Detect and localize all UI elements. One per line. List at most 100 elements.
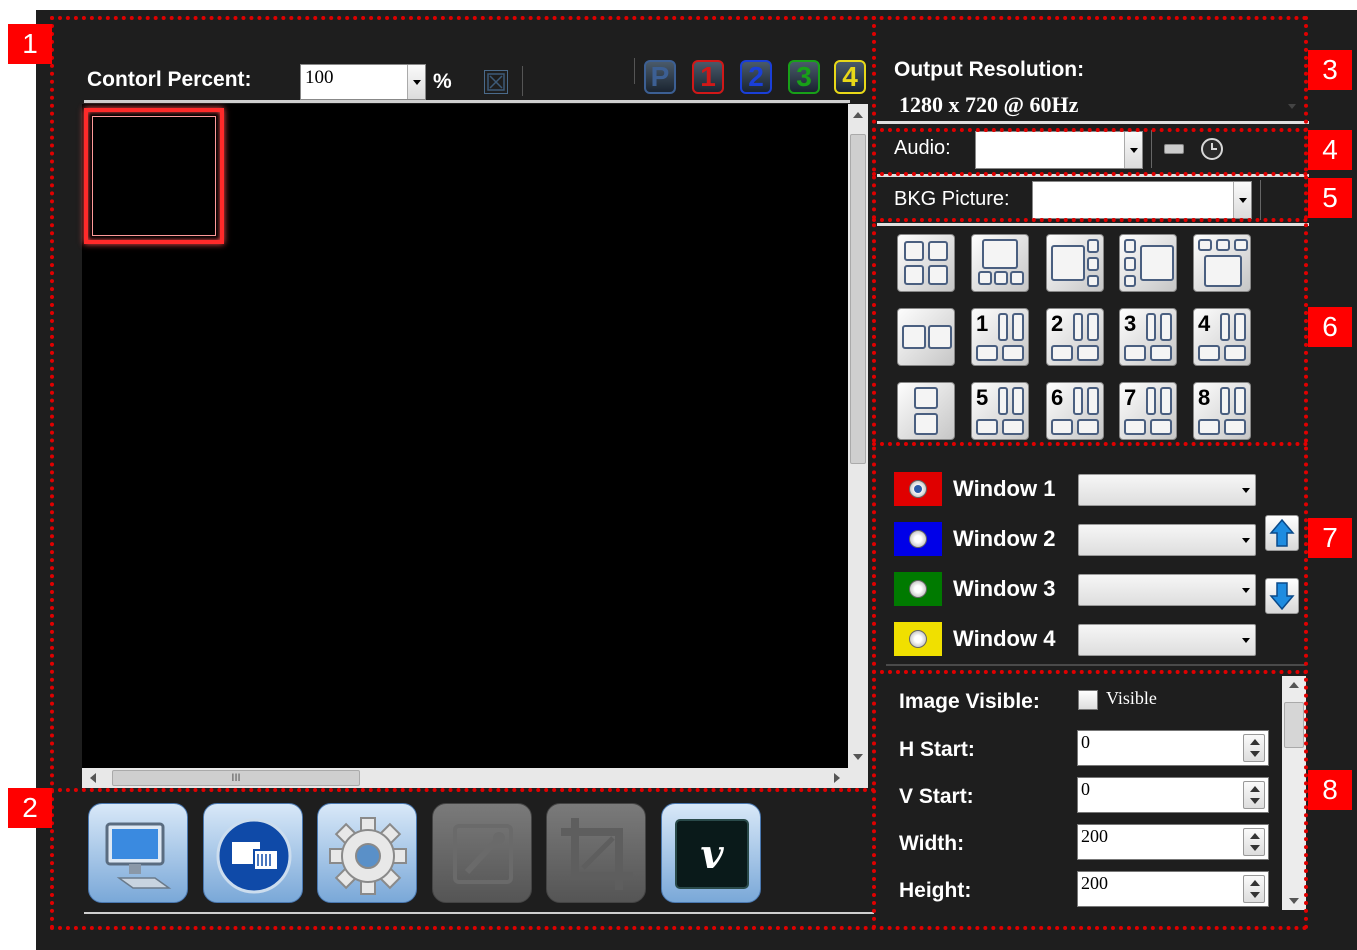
window-4-radio[interactable]: [909, 630, 927, 648]
spinner-icon[interactable]: [1243, 734, 1265, 762]
scroll-down-icon[interactable]: [853, 754, 863, 760]
window-2-label: Window 2: [953, 526, 1056, 551]
image-visible-label: Image Visible:: [899, 690, 1040, 713]
vimeo-icon: v: [662, 819, 762, 908]
layout-big-3-bottom-icon[interactable]: [971, 234, 1029, 292]
canvas-vertical-scrollbar[interactable]: [848, 104, 868, 768]
scroll-thumb[interactable]: [1284, 702, 1304, 748]
window-3-radio[interactable]: [909, 580, 927, 598]
layout-quad-icon[interactable]: [897, 234, 955, 292]
window-4-color-swatch[interactable]: [894, 622, 942, 656]
layout-number: 8: [1198, 385, 1211, 410]
chevron-down-icon[interactable]: [1237, 575, 1255, 605]
h-start-input[interactable]: 0: [1077, 730, 1269, 766]
move-up-button[interactable]: [1265, 515, 1299, 551]
callout-2: 2: [8, 788, 52, 828]
chevron-down-icon[interactable]: [1237, 625, 1255, 655]
window-2-source-combo[interactable]: [1078, 524, 1256, 556]
properties-scrollbar[interactable]: [1282, 676, 1306, 910]
preset-button-2[interactable]: 2: [740, 60, 772, 94]
chevron-down-icon[interactable]: [1233, 182, 1251, 218]
spinner-icon[interactable]: [1243, 875, 1265, 903]
callout-8: 8: [1308, 770, 1352, 810]
clock-icon[interactable]: [1199, 136, 1225, 167]
height-input[interactable]: 200: [1077, 871, 1269, 907]
window-1-source-combo[interactable]: [1078, 474, 1256, 506]
layout-preset-icon[interactable]: 2: [1046, 308, 1104, 366]
window-2-radio[interactable]: [909, 530, 927, 548]
window-3-color-swatch[interactable]: [894, 572, 942, 606]
edit-pen-button[interactable]: [432, 803, 532, 903]
toolbar-bottom-divider: [84, 912, 874, 914]
layout-preset-icon[interactable]: 1: [971, 308, 1029, 366]
width-input[interactable]: 200: [1077, 824, 1269, 860]
layout-number: 3: [1124, 311, 1137, 336]
layout-number: 2: [1051, 311, 1064, 336]
spinner-icon[interactable]: [1243, 828, 1265, 856]
scroll-left-icon[interactable]: [90, 773, 96, 783]
svg-text:v: v: [700, 831, 724, 878]
layout-3-left-big-icon[interactable]: [1119, 234, 1177, 292]
input-source-button[interactable]: [203, 803, 303, 903]
layout-number: 1: [976, 311, 989, 336]
scroll-up-icon[interactable]: [1289, 682, 1299, 688]
canvas-horizontal-scrollbar[interactable]: III: [82, 768, 868, 788]
window-1-color-swatch[interactable]: [894, 472, 942, 506]
layout-preset-icon[interactable]: 4: [1193, 308, 1251, 366]
bkg-picture-label: BKG Picture:: [894, 188, 1010, 210]
control-percent-combo[interactable]: 100: [300, 64, 426, 100]
scroll-right-icon[interactable]: [834, 773, 840, 783]
monitor-button[interactable]: [88, 803, 188, 903]
scroll-up-icon[interactable]: [853, 112, 863, 118]
width-value: 200: [1081, 826, 1108, 846]
layout-preset-icon[interactable]: 6: [1046, 382, 1104, 440]
v-start-input[interactable]: 0: [1077, 777, 1269, 813]
visible-checkbox[interactable]: [1078, 690, 1098, 710]
preset-button-4[interactable]: 4: [834, 60, 866, 94]
layout-stacked-icon[interactable]: [897, 382, 955, 440]
window-4-label: Window 4: [953, 626, 1056, 651]
scroll-thumb[interactable]: [850, 134, 866, 464]
move-down-button[interactable]: [1265, 578, 1299, 614]
window-3-source-combo[interactable]: [1078, 574, 1256, 606]
arrow-up-icon: [1269, 518, 1295, 547]
fit-screen-icon[interactable]: [484, 70, 508, 94]
vimeo-button[interactable]: v: [661, 803, 761, 903]
chevron-down-icon[interactable]: [1124, 132, 1142, 168]
layout-big-3-right-icon[interactable]: [1046, 234, 1104, 292]
bkg-picture-combo[interactable]: [1032, 181, 1252, 219]
layout-side-by-side-icon[interactable]: [897, 308, 955, 366]
percent-unit-label: %: [433, 70, 452, 93]
section-divider: [877, 223, 1309, 226]
layout-preset-icon[interactable]: 5: [971, 382, 1029, 440]
chevron-down-icon[interactable]: [407, 65, 425, 99]
preset-button-p[interactable]: P: [644, 60, 676, 94]
layout-preset-icon[interactable]: 7: [1119, 382, 1177, 440]
preset-button-1[interactable]: 1: [692, 60, 724, 94]
layout-preset-icon[interactable]: 8: [1193, 382, 1251, 440]
chevron-down-icon[interactable]: [1288, 104, 1296, 109]
v-start-value: 0: [1081, 779, 1090, 799]
window-1-box[interactable]: [84, 108, 224, 244]
crop-button[interactable]: [546, 803, 646, 903]
layout-number: 5: [976, 385, 989, 410]
toolbar-divider: [634, 58, 635, 84]
layout-preset-icon[interactable]: 3: [1119, 308, 1177, 366]
preset-button-3[interactable]: 3: [788, 60, 820, 94]
output-canvas[interactable]: [82, 104, 848, 768]
window-2-color-swatch[interactable]: [894, 522, 942, 556]
spinner-icon[interactable]: [1243, 781, 1265, 809]
audio-device-icon[interactable]: [1164, 144, 1184, 154]
audio-combo[interactable]: [975, 131, 1143, 169]
scroll-down-icon[interactable]: [1289, 898, 1299, 904]
gear-button[interactable]: [317, 803, 417, 903]
window-1-radio[interactable]: [909, 480, 927, 498]
scroll-thumb[interactable]: III: [112, 770, 360, 786]
output-resolution-value[interactable]: 1280 x 720 @ 60Hz: [899, 92, 1078, 118]
layout-3-top-big-icon[interactable]: [1193, 234, 1251, 292]
input-source-icon: [204, 818, 304, 908]
chevron-down-icon[interactable]: [1237, 525, 1255, 555]
toolbar-divider: [1151, 130, 1152, 168]
window-4-source-combo[interactable]: [1078, 624, 1256, 656]
chevron-down-icon[interactable]: [1237, 475, 1255, 505]
